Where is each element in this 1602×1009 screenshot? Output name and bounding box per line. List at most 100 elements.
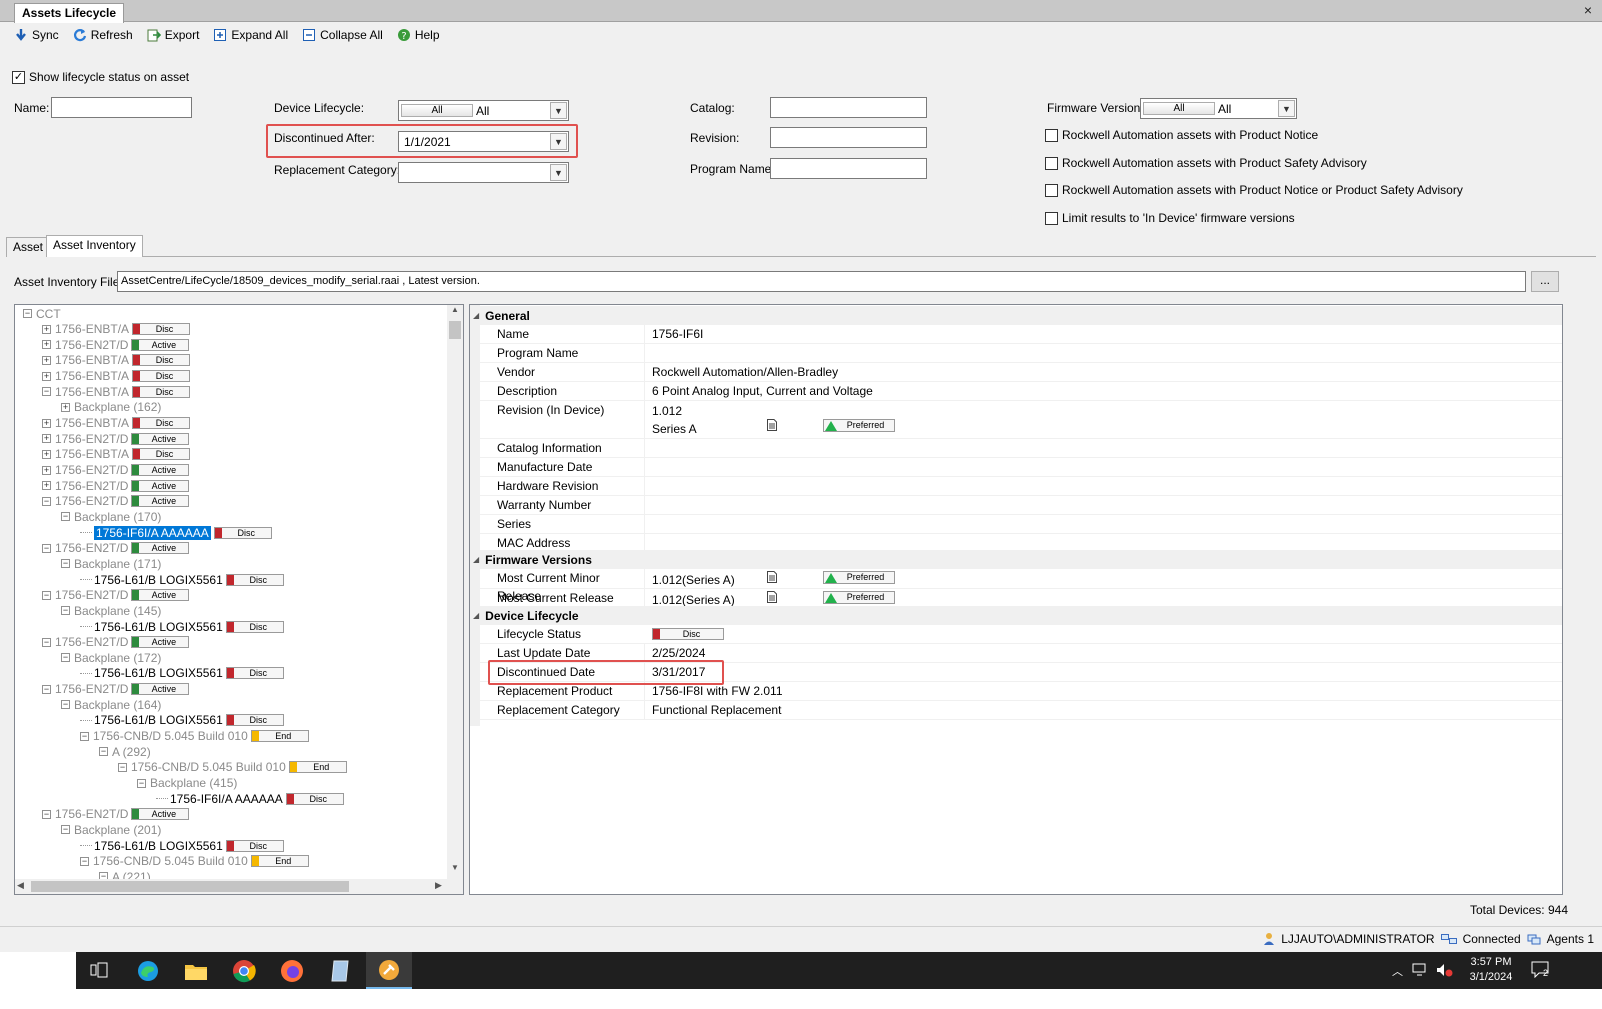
document-icon[interactable] (767, 591, 777, 603)
tree-node-label[interactable]: 1756-ENBT/A (55, 369, 129, 383)
row-series[interactable]: Series (470, 515, 1562, 534)
tree-node-label[interactable]: 1756-IF6I/A AAAAAA (94, 525, 211, 540)
collapse-icon[interactable]: − (80, 856, 89, 866)
tree-node[interactable]: −1756-EN2T/D Active (42, 494, 190, 509)
tree-node-label[interactable]: 1756-EN2T/D (55, 588, 128, 602)
collapse-icon[interactable]: − (61, 559, 70, 569)
tree-node-label[interactable]: 1756-CNB/D 5.045 Build 010 (131, 760, 286, 774)
tree-node[interactable]: +1756-EN2T/D Active (42, 478, 190, 493)
collapse-triangle-icon[interactable]: ◢ (473, 611, 479, 620)
name-input[interactable] (51, 97, 192, 118)
tree-vertical-scrollbar[interactable]: ▲ ▼ (447, 305, 463, 879)
row-lifecycle-status[interactable]: Lifecycle Status Disc (470, 625, 1562, 644)
tree-node[interactable]: −1756-ENBT/A Disc (42, 384, 191, 399)
tree-node-label[interactable]: 1756-EN2T/D (55, 432, 128, 446)
collapse-icon[interactable]: − (42, 590, 51, 600)
tree-node-label[interactable]: 1756-EN2T/D (55, 494, 128, 508)
tree-node-label[interactable]: 1756-ENBT/A (55, 353, 129, 367)
collapse-icon[interactable]: − (137, 778, 146, 788)
chevron-down-icon[interactable]: ▼ (550, 102, 567, 119)
app-document-icon[interactable] (328, 959, 352, 983)
expand-icon[interactable]: + (61, 402, 70, 412)
export-button[interactable]: Export (145, 24, 202, 46)
replacement-category-combo[interactable]: ▼ (398, 162, 569, 183)
scroll-left-arrow[interactable]: ◀ (17, 880, 24, 891)
tree-node-label[interactable]: 1756-CNB/D 5.045 Build 010 (93, 854, 248, 868)
firefox-icon[interactable] (280, 959, 304, 983)
sync-button[interactable]: Sync (12, 24, 61, 46)
scroll-down-arrow[interactable]: ▼ (449, 863, 461, 877)
product-notice-checkbox[interactable] (1045, 128, 1058, 142)
collapse-icon[interactable]: − (61, 700, 70, 710)
collapse-icon[interactable]: − (42, 809, 51, 819)
tree-node[interactable]: 1756-L61/B LOGIX5561 Disc (80, 572, 284, 587)
collapse-icon[interactable]: − (99, 747, 108, 757)
program-name-input[interactable] (770, 158, 927, 179)
tree-node-label[interactable]: Backplane (170) (74, 510, 161, 524)
tree-node[interactable]: −1756-EN2T/D Active (42, 588, 190, 603)
revision-input[interactable] (770, 127, 927, 148)
tree-node-label[interactable]: 1756-L61/B LOGIX5561 (94, 666, 223, 680)
collapse-icon[interactable]: − (61, 606, 70, 616)
chevron-down-icon[interactable]: ▼ (550, 133, 567, 150)
scroll-up-arrow[interactable]: ▲ (449, 305, 461, 319)
row-description[interactable]: Description 6 Point Analog Input, Current… (470, 382, 1562, 401)
speaker-muted-icon[interactable] (1436, 963, 1454, 977)
inventory-file-path[interactable]: AssetCentre/LifeCycle/18509_devices_modi… (117, 271, 1526, 292)
collapse-icon[interactable]: − (80, 731, 89, 741)
tree-node-label[interactable]: 1756-L61/B LOGIX5561 (94, 839, 223, 853)
collapse-icon[interactable]: − (42, 496, 51, 506)
tab-asset-inventory[interactable]: Asset Inventory (46, 235, 143, 257)
browse-button[interactable]: ... (1531, 271, 1559, 292)
tree-node[interactable]: −1756-CNB/D 5.045 Build 010 End (118, 760, 347, 775)
tree-hscroll-thumb[interactable] (31, 881, 349, 892)
tree-node-label[interactable]: Backplane (164) (74, 698, 161, 712)
tree-node[interactable]: +1756-ENBT/A Disc (42, 447, 191, 462)
discontinued-after-combo[interactable]: 1/1/2021 ▼ (398, 131, 569, 152)
tree-node[interactable]: − Backplane (201) (61, 822, 161, 837)
tree-node-label[interactable]: 1756-EN2T/D (55, 682, 128, 696)
expand-icon[interactable]: + (42, 371, 51, 381)
tree-node-label[interactable]: Backplane (171) (74, 557, 161, 571)
tree-node[interactable]: +1756-EN2T/D Active (42, 431, 190, 446)
row-catalog-information[interactable]: Catalog Information (470, 439, 1562, 458)
row-program-name[interactable]: Program Name (470, 344, 1562, 363)
notice-or-advisory-checkbox[interactable] (1045, 183, 1058, 197)
tree-node[interactable]: −1756-EN2T/D Active (42, 541, 190, 556)
show-lifecycle-checkbox-row[interactable]: ✓ Show lifecycle status on asset (12, 70, 189, 84)
category-firmware-versions[interactable]: ◢ Firmware Versions (470, 550, 1562, 569)
category-device-lifecycle[interactable]: ◢ Device Lifecycle (470, 606, 1562, 625)
tree-node-label[interactable]: 1756-EN2T/D (55, 479, 128, 493)
tree-node-label[interactable]: Backplane (415) (150, 776, 237, 790)
tree-node-label[interactable]: A (292) (112, 745, 151, 759)
tree-horizontal-scrollbar[interactable]: ◀ ▶ (15, 879, 463, 894)
in-device-firmware-checkbox[interactable] (1045, 211, 1058, 225)
tree-node-label[interactable]: CCT (36, 307, 61, 321)
tree-node-label[interactable]: 1756-ENBT/A (55, 447, 129, 461)
refresh-button[interactable]: Refresh (71, 24, 135, 46)
tree-node[interactable]: −1756-EN2T/D Active (42, 635, 190, 650)
expand-icon[interactable]: + (42, 481, 51, 491)
tree-node[interactable]: − Backplane (171) (61, 556, 161, 571)
tree-node-label[interactable]: 1756-EN2T/D (55, 807, 128, 821)
collapse-icon[interactable]: − (42, 684, 51, 694)
assets-lifecycle-tab[interactable]: Assets Lifecycle (14, 3, 125, 23)
tree-node[interactable]: +1756-ENBT/A Disc (42, 353, 191, 368)
tree-node[interactable]: 1756-L61/B LOGIX5561 Disc (80, 666, 284, 681)
tree-node-label[interactable]: 1756-L61/B LOGIX5561 (94, 713, 223, 727)
expand-icon[interactable]: + (42, 465, 51, 475)
expand-icon[interactable]: + (42, 340, 51, 350)
edge-browser-icon[interactable] (136, 959, 160, 983)
safety-advisory-checkbox-row[interactable]: Rockwell Automation assets with Product … (1045, 156, 1367, 170)
tree-node-label[interactable]: 1756-ENBT/A (55, 416, 129, 430)
firmware-version-combo[interactable]: All All ▼ (1140, 98, 1297, 119)
help-button[interactable]: ? Help (395, 24, 442, 46)
tree-node[interactable]: + Backplane (162) (61, 400, 161, 415)
tree-node[interactable]: +1756-ENBT/A Disc (42, 369, 191, 384)
row-warranty-number[interactable]: Warranty Number (470, 496, 1562, 515)
collapse-icon[interactable]: − (61, 653, 70, 663)
clock[interactable]: 3:57 PM 3/1/2024 (1462, 955, 1520, 985)
tree-node-label[interactable]: 1756-CNB/D 5.045 Build 010 (93, 729, 248, 743)
tree-node[interactable]: − Backplane (170) (61, 509, 161, 524)
row-revision[interactable]: Revision (In Device) 1.012 Series A Pref… (470, 401, 1562, 439)
